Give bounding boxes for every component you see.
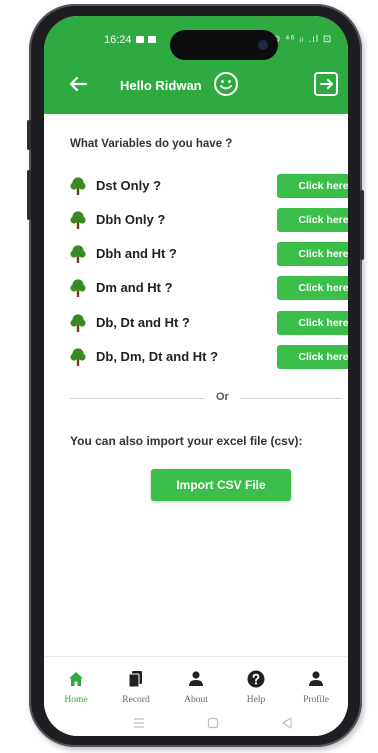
- phone-side-button: [27, 120, 31, 150]
- back-triangle-icon[interactable]: [280, 716, 294, 730]
- notification-icon: [148, 36, 156, 43]
- tree-icon: [70, 245, 86, 263]
- logout-icon[interactable]: [312, 70, 340, 98]
- person-icon: [309, 671, 323, 686]
- nav-item-about[interactable]: About: [168, 657, 224, 711]
- variables-question: What Variables do you have ?: [70, 138, 233, 150]
- click-here-button[interactable]: Click here: [277, 174, 348, 198]
- divider-right: [240, 398, 342, 399]
- person-icon: [189, 671, 203, 686]
- variable-option: Dbh and Ht ? Click here: [70, 242, 348, 266]
- variable-option: Dbh Only ? Click here: [70, 208, 348, 232]
- nav-label: Help: [246, 695, 266, 705]
- variable-label: Db, Dm, Dt and Ht ?: [96, 349, 219, 364]
- tree-icon: [70, 177, 86, 195]
- phone-side-button: [360, 190, 364, 260]
- camera-icon: [258, 40, 268, 50]
- import-description: You can also import your excel file (csv…: [70, 434, 303, 448]
- click-here-button[interactable]: Click here: [277, 276, 348, 300]
- nav-label: Profile: [303, 695, 329, 705]
- header-bar: 16:24 ⊙ ⁴⁶ ᵢₗ .ıl ⊡ Hello Ridwan: [44, 16, 348, 114]
- variable-label: Dbh Only ?: [96, 212, 166, 227]
- camera-notch: [170, 30, 278, 60]
- or-separator: Or: [216, 391, 229, 403]
- variable-label: Db, Dt and Ht ?: [96, 315, 190, 330]
- app-bar: Hello Ridwan: [44, 58, 348, 114]
- home-button-icon[interactable]: [206, 716, 220, 730]
- click-here-button[interactable]: Click here: [277, 242, 348, 266]
- variable-option: Db, Dm, Dt and Ht ? Click here: [70, 345, 348, 369]
- variable-option: Dm and Ht ? Click here: [70, 276, 348, 300]
- tree-icon: [70, 348, 86, 366]
- variable-label: Dst Only ?: [96, 178, 162, 193]
- nav-item-help[interactable]: Help: [228, 657, 284, 711]
- nav-label: About: [184, 695, 208, 705]
- home-icon: [69, 672, 83, 686]
- tree-icon: [70, 211, 86, 229]
- notification-icon: [136, 36, 144, 43]
- greeting-title: Hello Ridwan: [120, 78, 202, 93]
- click-here-button[interactable]: Click here: [277, 208, 348, 232]
- smiley-icon: [214, 72, 238, 96]
- nav-item-record[interactable]: Record: [108, 657, 164, 711]
- back-arrow-icon[interactable]: [66, 72, 90, 96]
- divider-left: [70, 398, 204, 399]
- nav-item-profile[interactable]: Profile: [288, 657, 344, 711]
- click-here-button[interactable]: Click here: [277, 345, 348, 369]
- phone-side-button: [27, 170, 31, 220]
- bottom-navigation: Home Record About Help Profile: [44, 656, 348, 711]
- help-icon: [247, 670, 265, 688]
- system-navigation-bar: [44, 710, 348, 736]
- status-icons: ⊙ ⁴⁶ ᵢₗ .ıl ⊡: [272, 34, 333, 45]
- tree-icon: [70, 314, 86, 332]
- click-here-button[interactable]: Click here: [277, 311, 348, 335]
- record-icon: [128, 671, 142, 688]
- recents-icon[interactable]: [132, 716, 146, 730]
- nav-label: Record: [122, 695, 150, 705]
- tree-icon: [70, 279, 86, 297]
- variable-option: Dst Only ? Click here: [70, 174, 348, 198]
- variable-label: Dbh and Ht ?: [96, 246, 177, 261]
- nav-label: Home: [64, 695, 88, 705]
- variable-label: Dm and Ht ?: [96, 280, 173, 295]
- status-time: 16:24: [104, 34, 132, 46]
- import-csv-button[interactable]: Import CSV File: [151, 469, 291, 501]
- nav-item-home[interactable]: Home: [48, 657, 104, 711]
- variable-option: Db, Dt and Ht ? Click here: [70, 311, 348, 335]
- app-screen: 16:24 ⊙ ⁴⁶ ᵢₗ .ıl ⊡ Hello Ridwan What Va…: [44, 16, 348, 736]
